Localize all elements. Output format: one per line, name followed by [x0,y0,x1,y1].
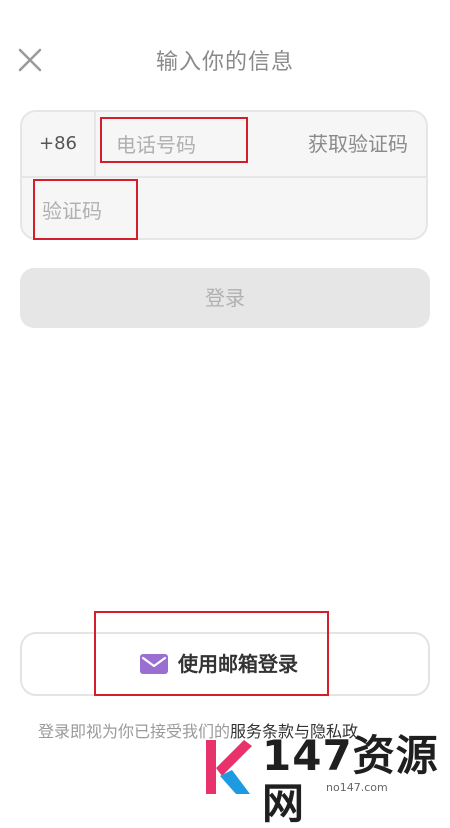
page-title: 输入你的信息 [155,50,294,75]
get-code-button[interactable]: 获取验证码 [308,112,408,176]
watermark-url: no147.com [326,781,388,794]
phone-input[interactable] [114,126,278,164]
watermark-brand: 147资源网 [262,731,439,828]
country-code-selector[interactable]: +86 [22,112,96,176]
watermark-logo [206,740,252,794]
phone-row: +86 获取验证码 [22,112,426,178]
verification-code-input[interactable] [40,192,244,230]
email-login-button[interactable]: 使用邮箱登录 [20,632,430,696]
login-button[interactable]: 登录 [20,268,430,328]
email-login-label: 使用邮箱登录 [178,652,298,676]
login-form: +86 获取验证码 [20,110,428,240]
mail-icon [140,654,168,674]
